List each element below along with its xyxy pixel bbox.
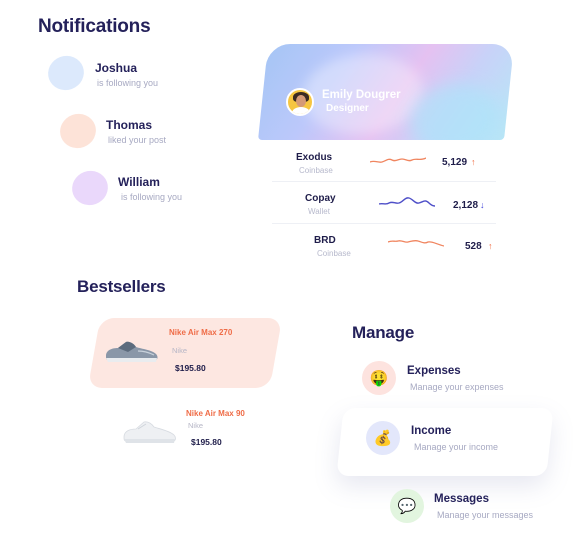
manage-item-title: Messages — [434, 493, 489, 505]
product-brand: Nike — [188, 421, 204, 430]
wallet-name: BRD — [314, 235, 336, 246]
wallet-value: 528 — [465, 241, 482, 252]
profile-name: Emily Dougrer — [322, 89, 401, 101]
manage-item-subtitle: Manage your income — [414, 442, 499, 452]
trend-down-icon: ↓ — [480, 200, 485, 210]
product-price: $195.80 — [191, 437, 222, 447]
trend-up-icon: ↑ — [488, 241, 493, 251]
manage-item-title: Expenses — [407, 365, 461, 377]
notification-name: William — [118, 175, 160, 189]
sparkline-brd — [388, 239, 444, 247]
sneaker-icon[interactable] — [102, 338, 160, 366]
notification-text: is following you — [121, 192, 183, 202]
wallet-source: Wallet — [308, 207, 330, 216]
wallet-source: Coinbase — [317, 249, 351, 258]
sparkline-path — [370, 157, 426, 163]
wallet-name: Exodus — [296, 152, 333, 163]
wallet-row-copay[interactable]: Copay Wallet 2,128 ↓ — [272, 182, 496, 224]
trend-up-icon: ↑ — [471, 157, 476, 167]
money-face-icon: 🤑 — [362, 361, 396, 395]
manage-item-title: Income — [411, 425, 452, 437]
avatar[interactable] — [286, 88, 314, 116]
manage-item-subtitle: Manage your messages — [437, 510, 534, 520]
wallet-value: 5,129 — [442, 157, 468, 168]
product-name[interactable]: Nike Air Max 270 — [169, 328, 232, 337]
product-name[interactable]: Nike Air Max 90 — [186, 409, 245, 418]
notification-avatar — [43, 50, 89, 96]
sneaker-icon[interactable] — [120, 417, 178, 447]
notification-avatar — [67, 165, 113, 211]
profile-role: Designer — [326, 103, 369, 114]
notification-text: is following you — [97, 78, 159, 88]
notifications-title: Notifications — [38, 16, 151, 37]
bestsellers-title: Bestsellers — [77, 277, 166, 296]
sparkline-exodus — [370, 157, 426, 163]
notification-name: Joshua — [95, 61, 138, 75]
wallet-row-exodus[interactable]: Exodus Coinbase 5,129 ↑ — [272, 140, 496, 182]
notification-name: Thomas — [106, 118, 153, 132]
manage-title: Manage — [352, 323, 415, 342]
wallet-value: 2,128 — [453, 200, 479, 211]
sparkline-copay — [379, 197, 435, 207]
wallet-name: Copay — [305, 193, 336, 204]
money-bag-icon: 💰 — [366, 421, 400, 455]
speech-bubble-icon: 💬 — [390, 489, 424, 523]
sparkline-path — [379, 197, 435, 207]
wallet-row-brd[interactable]: BRD Coinbase 528 ↑ — [272, 224, 496, 266]
wallet-list: Exodus Coinbase 5,129 ↑ Copay Wallet 2,1… — [272, 140, 496, 264]
product-price: $195.80 — [175, 363, 206, 373]
product-brand: Nike — [172, 346, 188, 355]
wallet-source: Coinbase — [299, 166, 333, 175]
notification-avatar — [55, 108, 101, 154]
notification-text: liked your post — [108, 135, 167, 145]
sparkline-path — [388, 239, 444, 247]
manage-item-subtitle: Manage your expenses — [410, 382, 504, 392]
